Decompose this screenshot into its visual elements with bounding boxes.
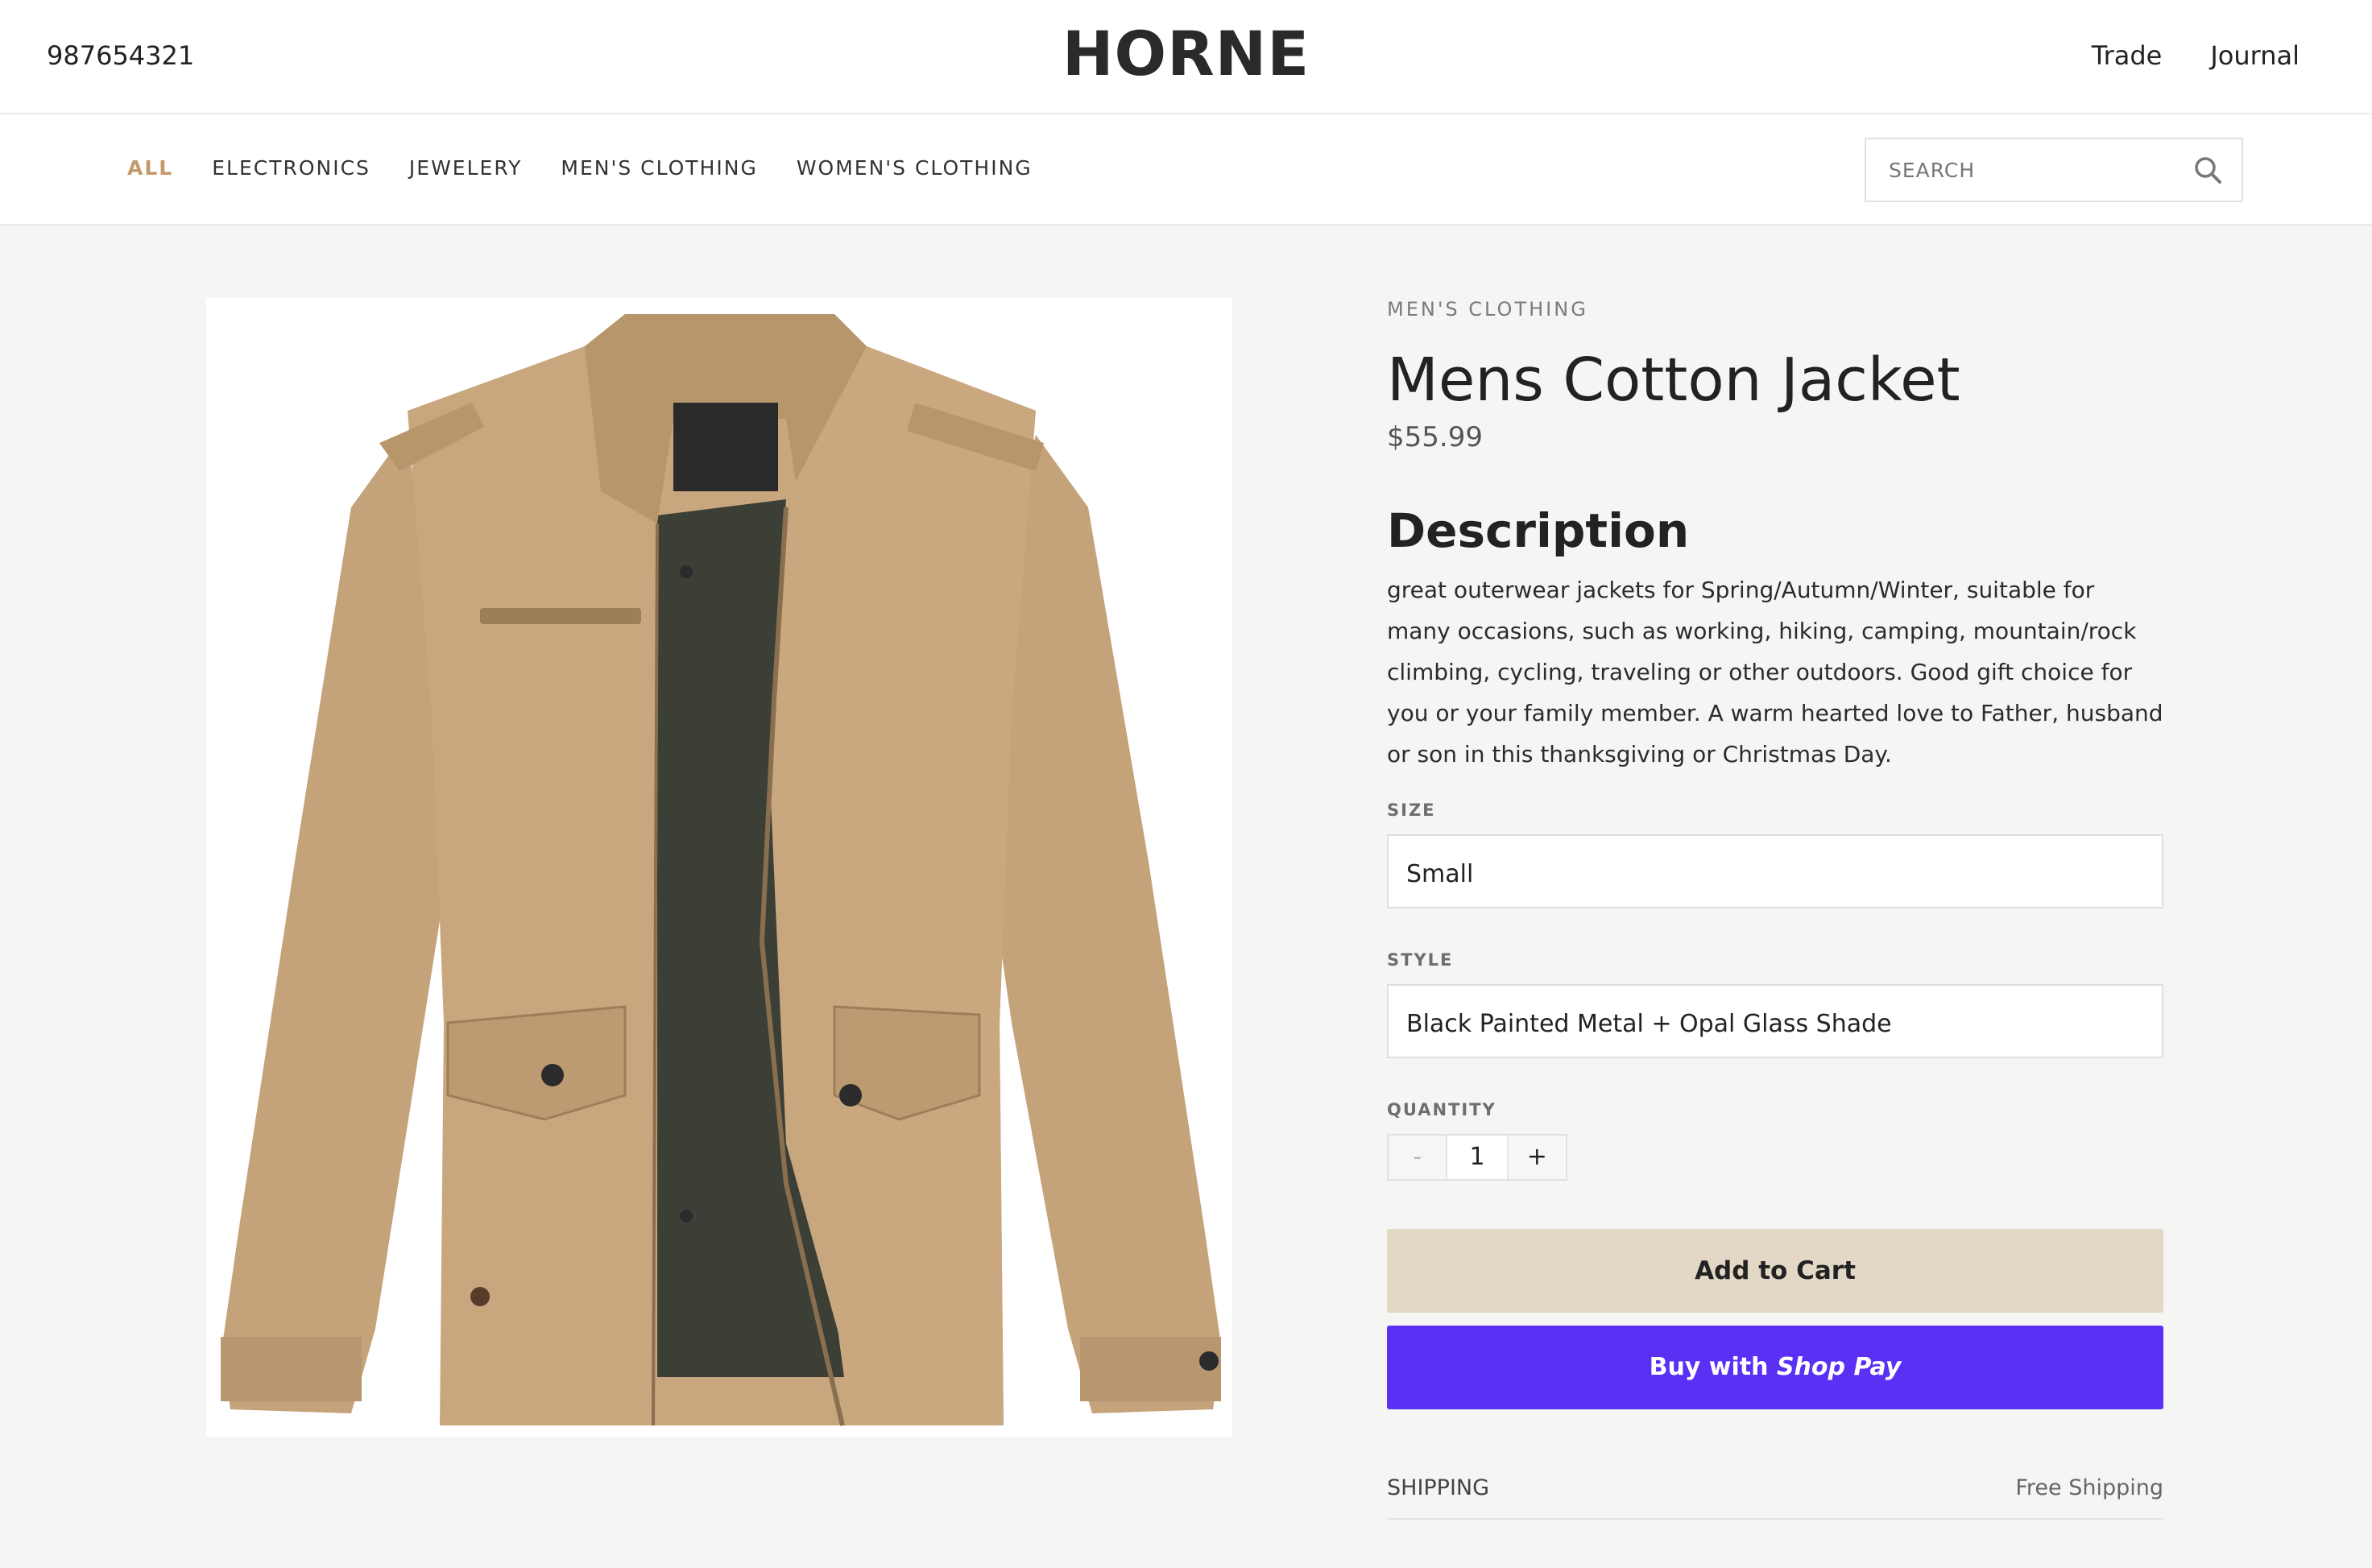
- product-image[interactable]: [206, 298, 1232, 1437]
- category-list: ALL ELECTRONICS JEWELERY MEN'S CLOTHING …: [127, 156, 1033, 180]
- category-womens-clothing[interactable]: WOMEN'S CLOTHING: [797, 156, 1033, 180]
- phone-number[interactable]: 987654321: [47, 40, 194, 71]
- product-description: great outerwear jackets for Spring/Autum…: [1387, 576, 2163, 767]
- product-price: $55.99: [1387, 420, 1483, 453]
- shop-pay-prefix: Buy with: [1649, 1352, 1777, 1381]
- shipping-label: SHIPPING: [1387, 1475, 1490, 1500]
- quantity-stepper: - 1 +: [1387, 1133, 1567, 1181]
- category-electronics[interactable]: ELECTRONICS: [212, 156, 370, 180]
- journal-link[interactable]: Journal: [2210, 40, 2300, 71]
- shop-pay-brand: Shop Pay: [1776, 1352, 1902, 1381]
- quantity-increase-button[interactable]: +: [1506, 1135, 1567, 1179]
- shop-pay-button[interactable]: Buy with Shop Pay: [1387, 1325, 2163, 1409]
- category-all[interactable]: ALL: [127, 156, 173, 180]
- search-box: [1865, 138, 2243, 202]
- size-label: SIZE: [1387, 800, 1436, 820]
- category-mens-clothing[interactable]: MEN'S CLOTHING: [561, 156, 757, 180]
- quantity-value[interactable]: 1: [1447, 1136, 1506, 1179]
- category-jewelery[interactable]: JEWELERY: [409, 156, 522, 180]
- quantity-label: QUANTITY: [1387, 1099, 1496, 1119]
- category-nav: ALL ELECTRONICS JEWELERY MEN'S CLOTHING …: [0, 114, 2372, 225]
- quantity-decrease-button[interactable]: -: [1389, 1135, 1448, 1179]
- size-select[interactable]: Small: [1387, 834, 2163, 908]
- product-title: Mens Cotton Jacket: [1387, 345, 1960, 415]
- product-category: MEN'S CLOTHING: [1387, 298, 1588, 321]
- shipping-row[interactable]: SHIPPING Free Shipping: [1387, 1475, 2163, 1520]
- style-select[interactable]: Black Painted Metal + Opal Glass Shade: [1387, 983, 2163, 1058]
- trade-link[interactable]: Trade: [2092, 40, 2163, 71]
- style-label: STYLE: [1387, 949, 1454, 970]
- description-heading: Description: [1387, 503, 1690, 558]
- store-logo[interactable]: HORNE: [0, 18, 2372, 89]
- product-details: MEN'S CLOTHING Mens Cotton Jacket $55.99…: [1387, 298, 2163, 1520]
- search-icon[interactable]: [2193, 155, 2222, 184]
- header-links: Trade Journal: [2092, 40, 2300, 71]
- add-to-cart-button[interactable]: Add to Cart: [1387, 1228, 2163, 1313]
- top-header: 987654321 HORNE Trade Journal: [0, 0, 2372, 114]
- shipping-value: Free Shipping: [2015, 1475, 2163, 1500]
- search-input[interactable]: [1866, 139, 2188, 201]
- jacket-image: [206, 298, 1232, 1437]
